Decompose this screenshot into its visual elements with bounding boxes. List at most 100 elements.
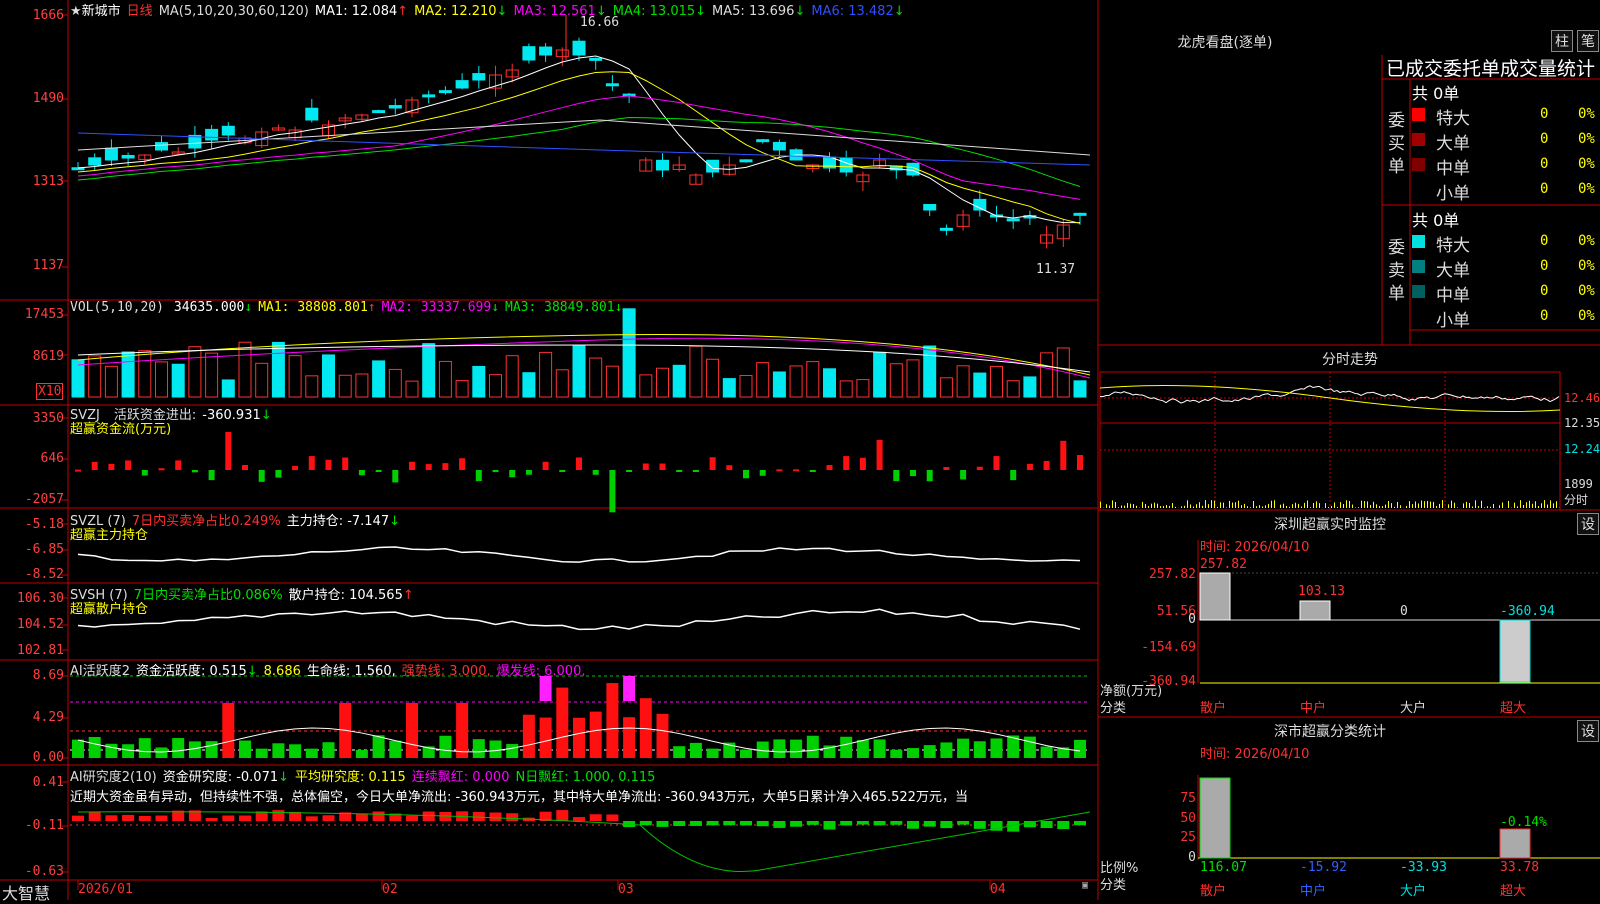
svsh-y-3: 102.81 [2, 643, 64, 658]
ai2-bar [105, 815, 117, 821]
vol-ma2-arrow: ↓ [491, 300, 499, 315]
ai1-bar [272, 743, 284, 758]
volume-bar [406, 381, 418, 397]
svzj-bar [209, 470, 215, 480]
fenshi-title: 分时走势 [1100, 349, 1600, 369]
volume-bar [222, 380, 234, 397]
cls-y-2: 50 [1160, 811, 1196, 826]
volume-bar [723, 379, 735, 397]
lock-icon[interactable]: ▣ [1082, 880, 1088, 891]
svzl-y-3: -8.52 [2, 567, 64, 582]
fenshi-vol-bar [1538, 506, 1539, 508]
candle-body [439, 91, 451, 93]
volume-bar [590, 358, 602, 397]
sell-swatch-1 [1412, 260, 1425, 273]
sz-y-4: -154.69 [1136, 640, 1196, 655]
sz-settings-button[interactable]: 设 [1577, 513, 1599, 535]
fenshi-vol-bar [1301, 507, 1302, 508]
volume-bar [1041, 353, 1053, 397]
fenshi-vol-bar [1388, 501, 1389, 508]
ai1-bar [740, 750, 752, 758]
sz-y-1: 257.82 [1136, 567, 1196, 582]
candle-body [590, 58, 602, 60]
cls-settings-button[interactable]: 设 [1577, 720, 1599, 742]
svzj-y-3: -2057 [2, 492, 64, 507]
svzj-bar [1060, 441, 1066, 470]
sz-cat-super: 超大 [1500, 697, 1526, 716]
buy-row-label: 特大 [1436, 104, 1470, 129]
ai1-bar [974, 741, 986, 758]
ma4-value: MA4: 13.015 [613, 4, 695, 19]
sell-row-volume: 0 [1540, 283, 1548, 299]
fenshi-vol-bar [1295, 503, 1296, 508]
fenshi-vol-bar [1334, 502, 1335, 508]
svzj-bar [660, 464, 666, 470]
fenshi-vol-bar [1523, 505, 1524, 508]
ai2-bar [89, 812, 101, 821]
ai1-bar [1024, 737, 1036, 758]
sz-monitor-title: 深圳超赢实时监控 [1100, 514, 1560, 534]
main-y-label-2: 1490 [2, 91, 64, 106]
fenshi-vol-bar [1520, 500, 1521, 508]
buy-row-percent: 0% [1578, 181, 1595, 197]
ai1-bar [606, 683, 618, 758]
fenshi-vol-bar [1382, 506, 1383, 508]
ai1-bar [172, 738, 184, 758]
buy-row-percent: 0% [1578, 131, 1595, 147]
fenshi-vol-bar [1493, 504, 1494, 508]
fenshi-y-1: 12.46 [1564, 391, 1600, 405]
volume-bar [456, 381, 468, 397]
cls-cat-retail: 散户 [1200, 880, 1226, 899]
candle-body [707, 160, 719, 172]
fenshi-vol-bar [1406, 506, 1407, 508]
ai1-life: 生命线: 1.560, [307, 664, 396, 679]
volume-bar [924, 346, 936, 397]
ai1-bar [690, 743, 702, 758]
fenshi-vol-bar [1109, 506, 1110, 508]
pen-mode-button[interactable]: 笔 [1577, 30, 1599, 52]
bar-mode-button[interactable]: 柱 [1551, 30, 1573, 52]
fenshi-vol-bar [1502, 502, 1503, 508]
ai2-y-2: -0.11 [2, 818, 64, 833]
fenshi-vol-bar [1289, 507, 1290, 508]
sz-bar-super [1500, 620, 1530, 682]
fenshi-vol-bar [1370, 505, 1371, 508]
ai1-bar [890, 750, 902, 758]
ai1-bar [590, 712, 602, 758]
period-label[interactable]: 日线 [127, 4, 153, 19]
fenshi-vol-bar [1136, 506, 1137, 508]
fenshi-vol-bar [1259, 505, 1260, 508]
ai1-bar [373, 735, 385, 758]
fenshi-vol-bar [1250, 507, 1251, 508]
ai2-bar [306, 816, 318, 821]
volume-bar [840, 381, 852, 397]
candle-body [1007, 219, 1019, 221]
ai2-label: 资金研究度: -0.071 [163, 770, 278, 785]
volume-bar [1074, 381, 1086, 397]
fenshi-vol-bar [1115, 502, 1116, 508]
fenshi-vol-bar [1529, 501, 1530, 508]
ai2-bar [857, 821, 869, 825]
buy-row-label: 大单 [1436, 129, 1470, 154]
ai1-bar [857, 740, 869, 758]
ai1-bar [957, 739, 969, 758]
sell-row-label: 中单 [1436, 281, 1470, 306]
svzj-bar [977, 467, 983, 470]
fenshi-vol-bar [1436, 506, 1437, 508]
chart-stage[interactable]: ★新城市日线MA(5,10,20,30,60,120)MA1: 12.084↑M… [0, 0, 1600, 900]
ai2-cont: 连续飘红: 0.000 [412, 770, 510, 785]
fenshi-vol-bar [1157, 504, 1158, 508]
ma-line [78, 72, 1080, 224]
ai1-header: AI活跃度2资金活跃度: 0.515↓8.686生命线: 1.560,强势线: … [70, 660, 591, 679]
volume-bar [339, 375, 351, 397]
chart-canvas[interactable] [0, 0, 1600, 900]
sz-cat-large: 大户 [1400, 697, 1426, 716]
fenshi-vol-bar [1475, 500, 1476, 508]
ma-params: MA(5,10,20,30,60,120) [159, 4, 309, 19]
ai1-strong: 强势线: 3.000, [402, 664, 491, 679]
svzj-bar [743, 470, 749, 478]
fenshi-vol-bar [1514, 503, 1515, 508]
volume-bar [89, 356, 101, 397]
fenshi-vol-bar [1364, 501, 1365, 508]
fenshi-vol-bar [1358, 507, 1359, 508]
